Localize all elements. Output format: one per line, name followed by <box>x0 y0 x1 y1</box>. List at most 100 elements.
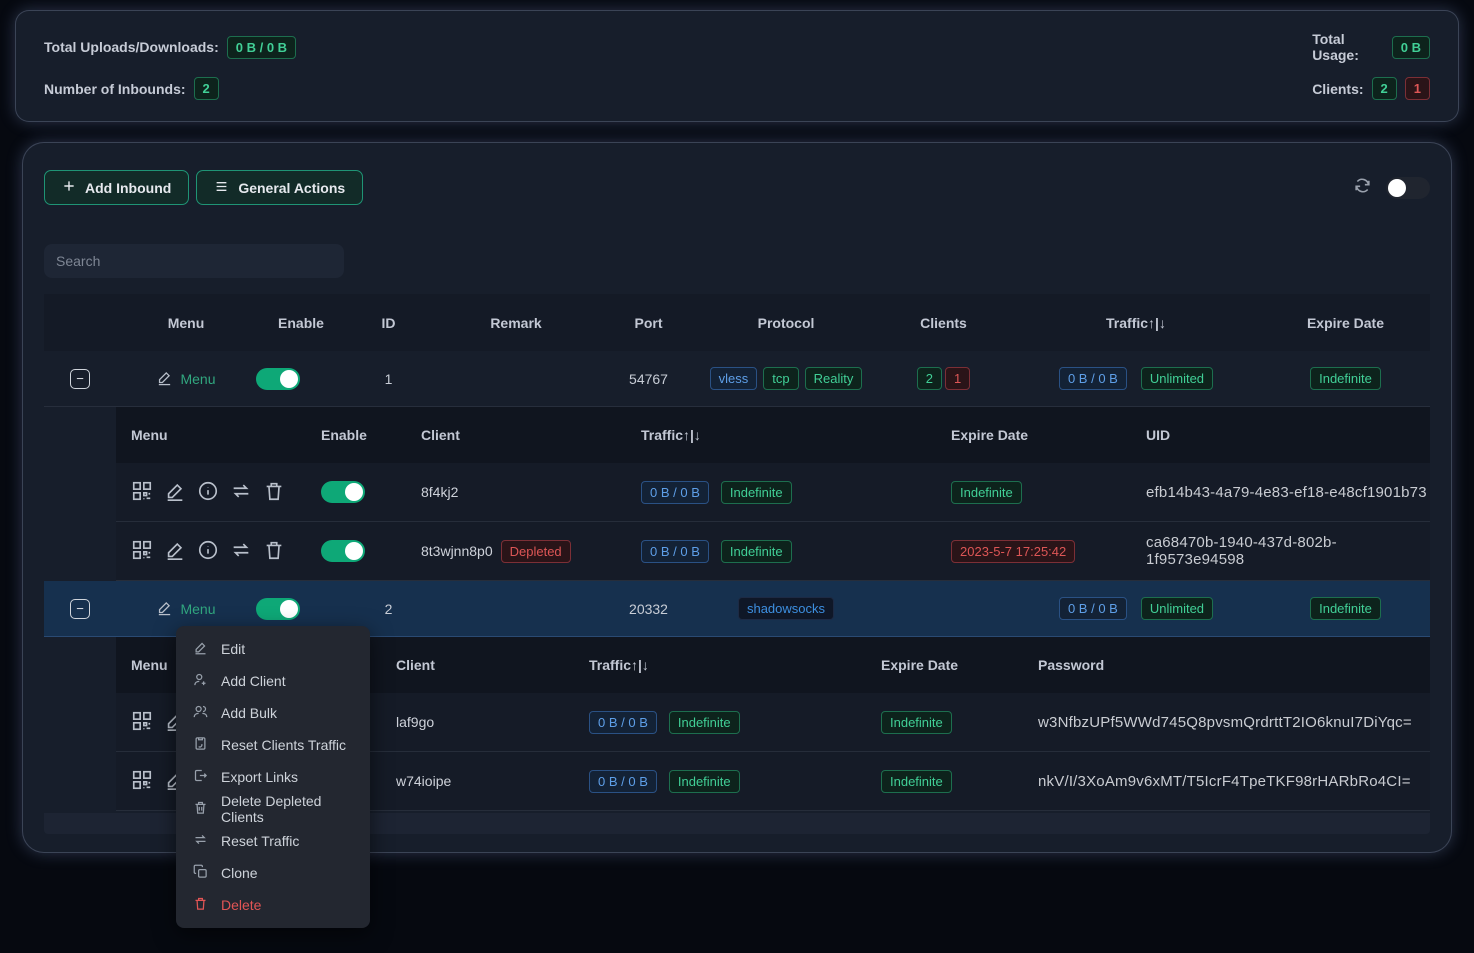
col-protocol: Protocol <box>696 315 876 331</box>
client-name: 8t3wjnn8p0 <box>421 543 493 559</box>
qr-code-icon[interactable] <box>131 769 153 794</box>
quota-badge: Unlimited <box>1141 367 1213 390</box>
stat-clients-depleted: 1 <box>1405 77 1430 100</box>
client-name: 8f4kj2 <box>406 484 626 500</box>
menu-item-export-links[interactable]: Export Links <box>176 761 370 793</box>
trash-icon[interactable] <box>263 480 285 505</box>
inbound-2-id: 2 <box>346 601 431 617</box>
sub-indent <box>44 407 116 581</box>
sub-col-password: Password <box>1023 657 1430 673</box>
client-enable-toggle[interactable] <box>321 540 365 562</box>
inbound-1-port: 54767 <box>601 371 696 387</box>
sub-col-client: Client <box>381 657 574 673</box>
edit-client-icon[interactable] <box>164 539 186 564</box>
info-icon[interactable] <box>197 480 219 505</box>
collapse-row-button[interactable]: − <box>70 599 90 619</box>
inbound-menu-label: Menu <box>180 601 215 617</box>
sub-col-expire: Expire Date <box>936 427 1131 443</box>
menu-item-delete-depleted-clients[interactable]: Delete Depleted Clients <box>176 793 370 825</box>
client-expire-badge: Indefinite <box>881 711 952 734</box>
stat-uploads-value: 0 B / 0 B <box>227 36 296 59</box>
delete-depleted-clients-icon <box>193 800 208 818</box>
client-quota-badge: Indefinite <box>669 770 740 793</box>
edit-icon <box>193 640 208 658</box>
reset-clients-traffic-icon <box>193 736 208 754</box>
add-inbound-label: Add Inbound <box>85 180 171 196</box>
col-traffic-sort[interactable]: Traffic↑|↓ <box>1011 315 1261 331</box>
col-port: Port <box>601 315 696 331</box>
menu-item-add-bulk[interactable]: Add Bulk <box>176 697 370 729</box>
menu-item-add-client[interactable]: Add Client <box>176 665 370 697</box>
edit-pencil-icon <box>156 599 173 619</box>
search-input[interactable] <box>44 244 344 278</box>
sub-col-client: Client <box>406 427 626 443</box>
qr-code-icon[interactable] <box>131 480 153 505</box>
general-actions-button[interactable]: General Actions <box>196 170 363 205</box>
collapse-row-button[interactable]: − <box>70 369 90 389</box>
add-client-icon <box>193 672 208 690</box>
qr-code-icon[interactable] <box>131 710 153 735</box>
stat-inbounds-value: 2 <box>194 77 219 100</box>
dark-mode-toggle[interactable] <box>1386 177 1430 199</box>
inbound-menu-label: Menu <box>180 371 215 387</box>
stat-usage-label: Total Usage: <box>1312 31 1384 63</box>
clients-depleted-badge: 1 <box>945 367 970 390</box>
client-expire-badge: Indefinite <box>951 481 1022 504</box>
sub-col-traffic[interactable]: Traffic↑|↓ <box>574 657 866 673</box>
traffic-badge: 0 B / 0 B <box>1059 367 1127 390</box>
inbound-2-port: 20332 <box>601 601 696 617</box>
menu-item-reset-traffic[interactable]: Reset Traffic <box>176 825 370 857</box>
client-quota-badge: Indefinite <box>721 540 792 563</box>
edit-pencil-icon <box>156 369 173 389</box>
reset-traffic-icon[interactable] <box>230 480 252 505</box>
stat-clients-active: 2 <box>1372 77 1397 100</box>
stat-total-usage: Total Usage: 0 B <box>1312 31 1430 63</box>
add-bulk-icon <box>193 704 208 722</box>
expire-badge: Indefinite <box>1310 597 1381 620</box>
client-quota-badge: Indefinite <box>669 711 740 734</box>
col-clients: Clients <box>876 315 1011 331</box>
client-row: 8f4kj2 0 B / 0 B Indefinite Indefinite e… <box>116 463 1430 522</box>
stat-inbounds: Number of Inbounds: 2 <box>44 77 640 100</box>
inbound-1-menu-dropdown[interactable]: Menu <box>116 369 256 389</box>
inbound-2-enable-toggle[interactable] <box>256 598 300 620</box>
delete-icon <box>193 896 208 914</box>
sub-col-enable: Enable <box>306 427 406 443</box>
sub-col-uid: UID <box>1131 427 1430 443</box>
refresh-icon[interactable] <box>1353 176 1372 200</box>
client-traffic-badge: 0 B / 0 B <box>589 770 657 793</box>
client-name: laf9go <box>381 714 574 730</box>
menu-item-edit[interactable]: Edit <box>176 633 370 665</box>
menu-item-reset-clients-traffic[interactable]: Reset Clients Traffic <box>176 729 370 761</box>
traffic-badge: 0 B / 0 B <box>1059 597 1127 620</box>
client-uid: ca68470b-1940-437d-802b-1f9573e94598 <box>1131 534 1430 568</box>
inbound-row-1[interactable]: − Menu 1 54767 vless tcp Reality 2 1 0 B <box>44 351 1430 407</box>
quota-badge: Unlimited <box>1141 597 1213 620</box>
trash-icon[interactable] <box>263 539 285 564</box>
client-traffic-badge: 0 B / 0 B <box>641 540 709 563</box>
edit-client-icon[interactable] <box>164 480 186 505</box>
client-enable-toggle[interactable] <box>321 481 365 503</box>
inbound-1-id: 1 <box>346 371 431 387</box>
sub-col-menu: Menu <box>116 427 306 443</box>
info-icon[interactable] <box>197 539 219 564</box>
menu-item-delete[interactable]: Delete <box>176 889 370 921</box>
add-inbound-button[interactable]: Add Inbound <box>44 170 189 205</box>
protocol-badge-reality: Reality <box>805 367 863 390</box>
plus-icon <box>62 179 76 196</box>
client-password: w3NfbzUPf5WWd745Q8pvsmQrdrttT2IO6knuI7Di… <box>1023 714 1430 731</box>
reset-traffic-icon[interactable] <box>230 539 252 564</box>
inbound-1-enable-toggle[interactable] <box>256 368 300 390</box>
general-actions-label: General Actions <box>238 180 345 196</box>
client-uid: efb14b43-4a79-4e83-ef18-e48cf1901b73 <box>1131 484 1430 501</box>
clients-active-badge: 2 <box>917 367 942 390</box>
stat-clients-label: Clients: <box>1312 81 1363 97</box>
qr-code-icon[interactable] <box>131 539 153 564</box>
depleted-badge: Depleted <box>501 540 571 563</box>
menu-item-clone[interactable]: Clone <box>176 857 370 889</box>
protocol-badge-tcp: tcp <box>763 367 798 390</box>
stat-uploads-downloads: Total Uploads/Downloads: 0 B / 0 B <box>44 31 640 63</box>
sub-col-traffic[interactable]: Traffic↑|↓ <box>626 427 936 443</box>
toolbar: Add Inbound General Actions <box>44 170 1430 205</box>
inbound-2-menu-dropdown[interactable]: Menu <box>116 599 256 619</box>
